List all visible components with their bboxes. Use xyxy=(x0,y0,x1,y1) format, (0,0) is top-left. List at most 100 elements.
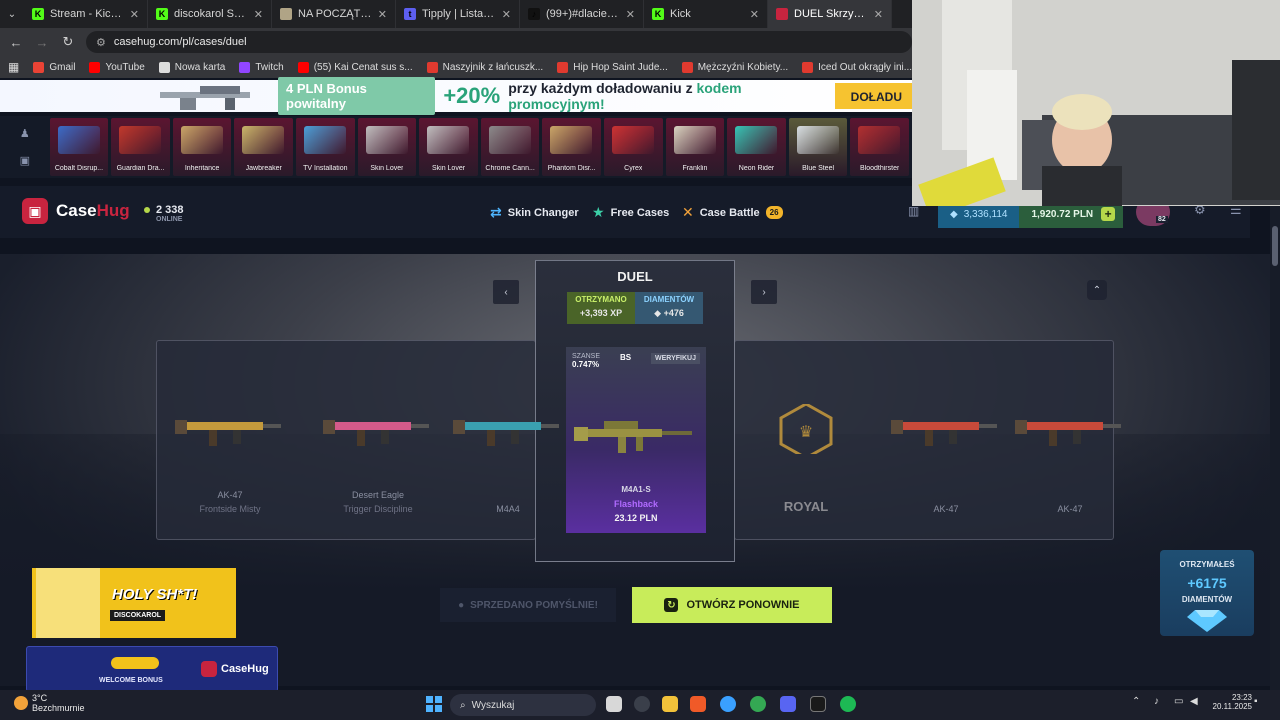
file-explorer-icon[interactable] xyxy=(662,696,678,712)
overlay-logo-icon xyxy=(201,661,217,677)
nav-skin-changer[interactable]: ⇄ Skin Changer xyxy=(490,204,579,221)
bookmark-item[interactable]: Hip Hop Saint Jude... xyxy=(557,61,668,73)
taskbar-search[interactable]: ⌕ Wyszukaj xyxy=(450,694,596,716)
reload-icon[interactable]: ↻ xyxy=(60,34,76,50)
user-filter-icon[interactable]: ♟ xyxy=(20,127,30,140)
live-drop-item[interactable]: Blue Steel xyxy=(788,118,848,176)
prev-case-arrow-icon[interactable]: ‹ xyxy=(493,280,519,304)
chrome-icon[interactable] xyxy=(750,696,766,712)
tab-search-icon[interactable]: ⌄ xyxy=(0,0,24,28)
drop-item-image xyxy=(304,126,347,154)
gift-icon[interactable]: ▥ xyxy=(908,204,919,218)
task-view-icon[interactable] xyxy=(606,696,622,712)
live-drop-item[interactable]: Franklin xyxy=(665,118,725,176)
nav-case-battle[interactable]: ✕ Case Battle 26 xyxy=(682,204,783,221)
tab-close-icon[interactable]: ✕ xyxy=(502,8,511,21)
free-cases-icon: ★ xyxy=(592,204,605,220)
windows-start-icon[interactable] xyxy=(426,696,442,712)
bookmark-item[interactable]: (55) Kai Cenat sus s... xyxy=(297,61,413,73)
copilot-icon[interactable] xyxy=(634,696,650,712)
reel-item: AK-47 Frontside Misty xyxy=(170,344,290,534)
network-icon[interactable]: ▭ xyxy=(1174,696,1183,707)
tab-favicon-icon: K xyxy=(156,8,168,20)
live-drop-item[interactable]: Cobalt Disrup... xyxy=(49,118,109,176)
back-icon[interactable]: ← xyxy=(8,35,24,50)
live-drop-item[interactable]: Inheritance xyxy=(172,118,232,176)
drops-filter: ♟ ▣ xyxy=(0,116,50,178)
bookmark-item[interactable]: Gmail xyxy=(33,61,75,73)
live-drop-item[interactable]: Guardian Dra... xyxy=(111,118,170,176)
collapse-icon[interactable]: ⌃ xyxy=(1087,280,1107,300)
next-case-arrow-icon[interactable]: › xyxy=(751,280,777,304)
reload-case-icon: ↻ xyxy=(664,598,679,612)
browser-tab[interactable]: NA POCZĄTEK ✕ xyxy=(272,0,396,28)
drop-item-name: Neon Rider xyxy=(738,165,775,172)
ccleaner-icon[interactable] xyxy=(720,696,736,712)
tab-close-icon[interactable]: ✕ xyxy=(254,8,263,21)
brave-icon[interactable] xyxy=(690,696,706,712)
apps-icon[interactable]: ▦ xyxy=(8,60,19,74)
overlay-brand: CaseHug xyxy=(201,661,269,677)
bookmark-item[interactable]: Mężczyźni Kobiety... xyxy=(681,61,788,73)
live-drop-item[interactable]: TV Installation xyxy=(296,118,355,176)
spotify-icon[interactable] xyxy=(840,696,856,712)
bookmark-item[interactable]: Iced Out okrągły ini... xyxy=(802,61,912,73)
casehug-logo[interactable]: ▣ CaseHug xyxy=(22,198,130,224)
add-funds-icon[interactable]: + xyxy=(1101,207,1116,221)
page-scrollbar[interactable] xyxy=(1270,206,1280,690)
forward-icon[interactable]: → xyxy=(34,35,50,50)
live-drop-item[interactable]: Chrome Cann... xyxy=(480,118,540,176)
bookmark-label: Naszyjnik z łańcuszk... xyxy=(442,61,544,73)
xp-label: OTRZYMANO xyxy=(575,295,627,304)
tab-favicon-icon: K xyxy=(32,8,44,20)
reel-item-name: M4A4 xyxy=(496,504,520,514)
live-drop-item[interactable]: Skin Lover xyxy=(419,118,478,176)
app-icon[interactable] xyxy=(810,696,826,712)
bookmark-item[interactable]: Naszyjnik z łańcuszk... xyxy=(426,61,544,73)
nav-free-cases[interactable]: ★ Free Cases xyxy=(592,204,669,221)
browser-tab[interactable]: Kdiscokarol Stream - V ✕ xyxy=(148,0,272,28)
live-drop-item[interactable]: Cyrex xyxy=(604,118,663,176)
won-item-card[interactable]: SZANSE 0.747% BS WERYFIKUJ M4A1-S Flashb… xyxy=(566,347,706,533)
live-drop-item[interactable]: Bloodthirster xyxy=(850,118,909,176)
tab-close-icon[interactable]: ✕ xyxy=(378,8,387,21)
diamond-large-icon xyxy=(1187,610,1227,632)
taskbar-clock[interactable]: 23:23 20.11.2025 xyxy=(1208,693,1252,711)
promo-topup-button[interactable]: DOŁADU xyxy=(834,83,912,109)
browser-tab[interactable]: ♪ (99+)#dlaciebie #dc ✕ xyxy=(520,0,644,28)
browser-tab[interactable]: K Kick ✕ xyxy=(644,0,768,28)
tab-close-icon[interactable]: ✕ xyxy=(130,8,139,21)
open-again-button[interactable]: ↻ OTWÓRZ PONOWNIE xyxy=(632,587,832,623)
url-field[interactable]: ⚙ casehug.com/pl/cases/duel xyxy=(86,31,912,53)
weather-widget[interactable]: 3°C Bezchmurnie xyxy=(14,693,85,713)
bookmark-item[interactable]: Nowa karta xyxy=(158,61,225,73)
scrollbar-thumb[interactable] xyxy=(1272,226,1278,266)
drop-item-image xyxy=(427,126,470,154)
live-drop-item[interactable]: Skin Lover xyxy=(357,118,417,176)
site-info-icon[interactable]: ⚙ xyxy=(96,36,106,49)
drop-item-image xyxy=(735,126,778,154)
volume-icon[interactable]: ◀ xyxy=(1190,696,1198,707)
notification-icon[interactable]: ▪ xyxy=(1254,696,1258,707)
tab-close-icon[interactable]: ✕ xyxy=(750,8,759,21)
microphone-icon[interactable]: ♪ xyxy=(1154,696,1159,707)
bookmark-item[interactable]: Twitch xyxy=(239,61,284,73)
tab-title: NA POCZĄTEK xyxy=(298,8,372,20)
verify-button[interactable]: WERYFIKUJ xyxy=(651,353,700,364)
browser-tab[interactable]: t Tipply | Lista wiadom ✕ xyxy=(396,0,520,28)
case-filter-icon[interactable]: ▣ xyxy=(20,154,30,167)
bookmark-item[interactable]: YouTube xyxy=(89,61,145,73)
reel-item-name: Desert Eagle xyxy=(351,490,405,500)
promo-banner[interactable]: 4 PLN Bonus powitalny +20% przy każdym d… xyxy=(0,77,912,115)
welcome-bonus-overlay: WELCOME BONUS CaseHug xyxy=(26,646,278,692)
tab-close-icon[interactable]: ✕ xyxy=(874,8,883,21)
discord-icon[interactable] xyxy=(780,696,796,712)
tab-close-icon[interactable]: ✕ xyxy=(626,8,635,21)
live-drop-item[interactable]: Phantom Disr... xyxy=(542,118,601,176)
search-icon: ⌕ xyxy=(460,699,466,711)
tray-chevron-icon[interactable]: ⌃ xyxy=(1132,696,1140,707)
browser-tab[interactable]: K Stream - Kick Dashbo ✕ xyxy=(24,0,148,28)
live-drop-item[interactable]: Neon Rider xyxy=(727,118,786,176)
browser-tab[interactable]: DUEL Skrzynka C ✕ xyxy=(768,0,892,28)
live-drop-item[interactable]: Jawbreaker xyxy=(234,118,294,176)
